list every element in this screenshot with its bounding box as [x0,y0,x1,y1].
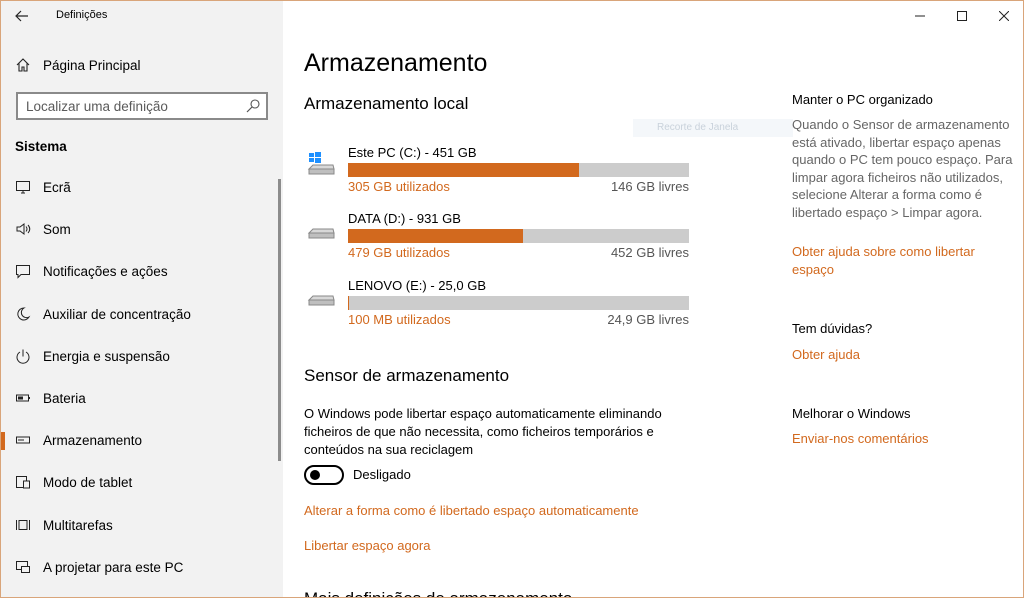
sidebar-item-tablet[interactable]: Modo de tablet [1,461,283,503]
free-space: 146 GB livres [610,179,689,194]
battery-icon [16,394,30,402]
change-free-space-link[interactable]: Alterar a forma como é libertado espaço … [304,503,639,518]
back-arrow-icon [15,10,28,22]
snipping-overlay-label: Recorte de Janela [633,119,793,137]
sidebar-item-som[interactable]: Som [1,208,283,250]
multitask-icon [16,519,30,530]
toggle-state-label: Desligado [353,467,411,482]
home-item[interactable]: Página Principal [1,51,283,79]
drive-name: DATA (D:) - 931 GB [348,211,461,226]
sidebar-item-label: Notificações e ações [43,264,168,280]
drive-icon [307,295,335,306]
help-free-space-link[interactable]: Obter ajuda sobre como libertar espaço [792,243,1014,278]
keep-pc-organized-heading: Manter o PC organizado [792,92,933,107]
storage-icon [16,436,30,444]
page-title: Armazenamento [304,49,488,77]
sidebar-item-label: Bateria [43,390,86,406]
sidebar-item-label: Som [43,222,71,238]
titlebar: Definições [1,1,283,31]
home-label: Página Principal [43,58,141,73]
search-icon[interactable] [245,98,261,114]
sidebar-item-concentracao[interactable]: Auxiliar de concentração [1,293,283,335]
drive-name: LENOVO (E:) - 25,0 GB [348,278,486,293]
sidebar-item-label: Auxiliar de concentração [43,306,191,322]
sidebar-item-label: A projetar para este PC [43,559,184,575]
main-content: Armazenamento Armazenamento local Recort… [283,1,1023,597]
toggle-knob [310,470,320,480]
notification-icon [16,265,30,280]
sidebar-scrollbar[interactable] [278,179,281,461]
drive-e[interactable]: LENOVO (E:) - 25,0 GB 100 MB utilizados … [304,278,694,334]
windows-drive-icon [307,152,335,175]
app-title: Definições [56,9,108,21]
usage-fill [348,163,579,177]
get-help-link[interactable]: Obter ajuda [792,346,1014,364]
sidebar-item-ecra[interactable]: Ecrã [1,166,283,208]
sidebar-nav: Ecrã Som Notificações e ações Auxiliar d… [1,166,283,588]
tablet-icon [16,476,30,489]
sidebar-item-label: Armazenamento [43,433,143,449]
drive-d[interactable]: DATA (D:) - 931 GB 479 GB utilizados 452… [304,211,694,267]
settings-window: Definições Página Principal Sistema Ecr [0,0,1024,598]
storage-sense-toggle[interactable] [304,465,344,485]
moon-icon [17,307,31,321]
drive-c[interactable]: Este PC (C:) - 451 GB 305 GB utilizados … [304,145,694,201]
more-storage-settings-title: Mais definições de armazenamento [304,589,572,597]
sidebar-item-label: Energia e suspensão [43,348,170,364]
local-storage-title: Armazenamento local [304,94,469,113]
search-box[interactable] [16,92,268,120]
sidebar-item-projetar[interactable]: A projetar para este PC [1,546,283,588]
questions-heading: Tem dúvidas? [792,321,873,336]
maximize-icon [957,11,967,21]
monitor-icon [16,181,30,194]
drive-icon [307,228,335,239]
usage-bar [348,163,689,177]
search-input[interactable] [18,94,238,118]
keep-pc-organized-text: Quando o Sensor de armazenamento está at… [792,117,1013,220]
sidebar: Definições Página Principal Sistema Ecr [1,1,283,597]
free-space-now-link[interactable]: Libertar espaço agora [304,538,430,553]
improve-windows-heading: Melhorar o Windows [792,406,911,421]
sidebar-item-notificacoes[interactable]: Notificações e ações [1,250,283,292]
usage-bar [348,296,689,310]
usage-fill [348,296,350,310]
usage-fill [348,229,524,243]
sidebar-item-armazenamento[interactable]: Armazenamento [1,419,283,461]
minimize-button[interactable] [899,1,941,31]
section-title: Sistema [15,139,67,154]
sidebar-item-label: Modo de tablet [43,475,133,491]
free-space: 452 GB livres [610,245,689,260]
sidebar-item-label: Multitarefas [43,517,113,533]
minimize-icon [915,15,925,17]
back-button[interactable] [11,6,33,26]
sidebar-item-multitarefas[interactable]: Multitarefas [1,504,283,546]
close-button[interactable] [983,1,1023,31]
drive-name: Este PC (C:) - 451 GB [348,145,477,160]
close-icon [999,11,1009,21]
storage-sense-title: Sensor de armazenamento [304,366,510,385]
power-icon [16,349,30,364]
home-icon [16,58,30,72]
speaker-icon [16,223,31,236]
feedback-link[interactable]: Enviar-nos comentários [792,430,1014,448]
usage-bar [348,229,689,243]
sidebar-item-bateria[interactable]: Bateria [1,377,283,419]
sidebar-item-energia[interactable]: Energia e suspensão [1,335,283,377]
storage-sense-description: O Windows pode libertar espaço automatic… [304,406,662,457]
project-icon [16,560,30,573]
sidebar-item-label: Ecrã [43,180,71,195]
window-controls [899,1,1023,31]
maximize-button[interactable] [941,1,983,31]
free-space: 24,9 GB livres [607,312,689,327]
